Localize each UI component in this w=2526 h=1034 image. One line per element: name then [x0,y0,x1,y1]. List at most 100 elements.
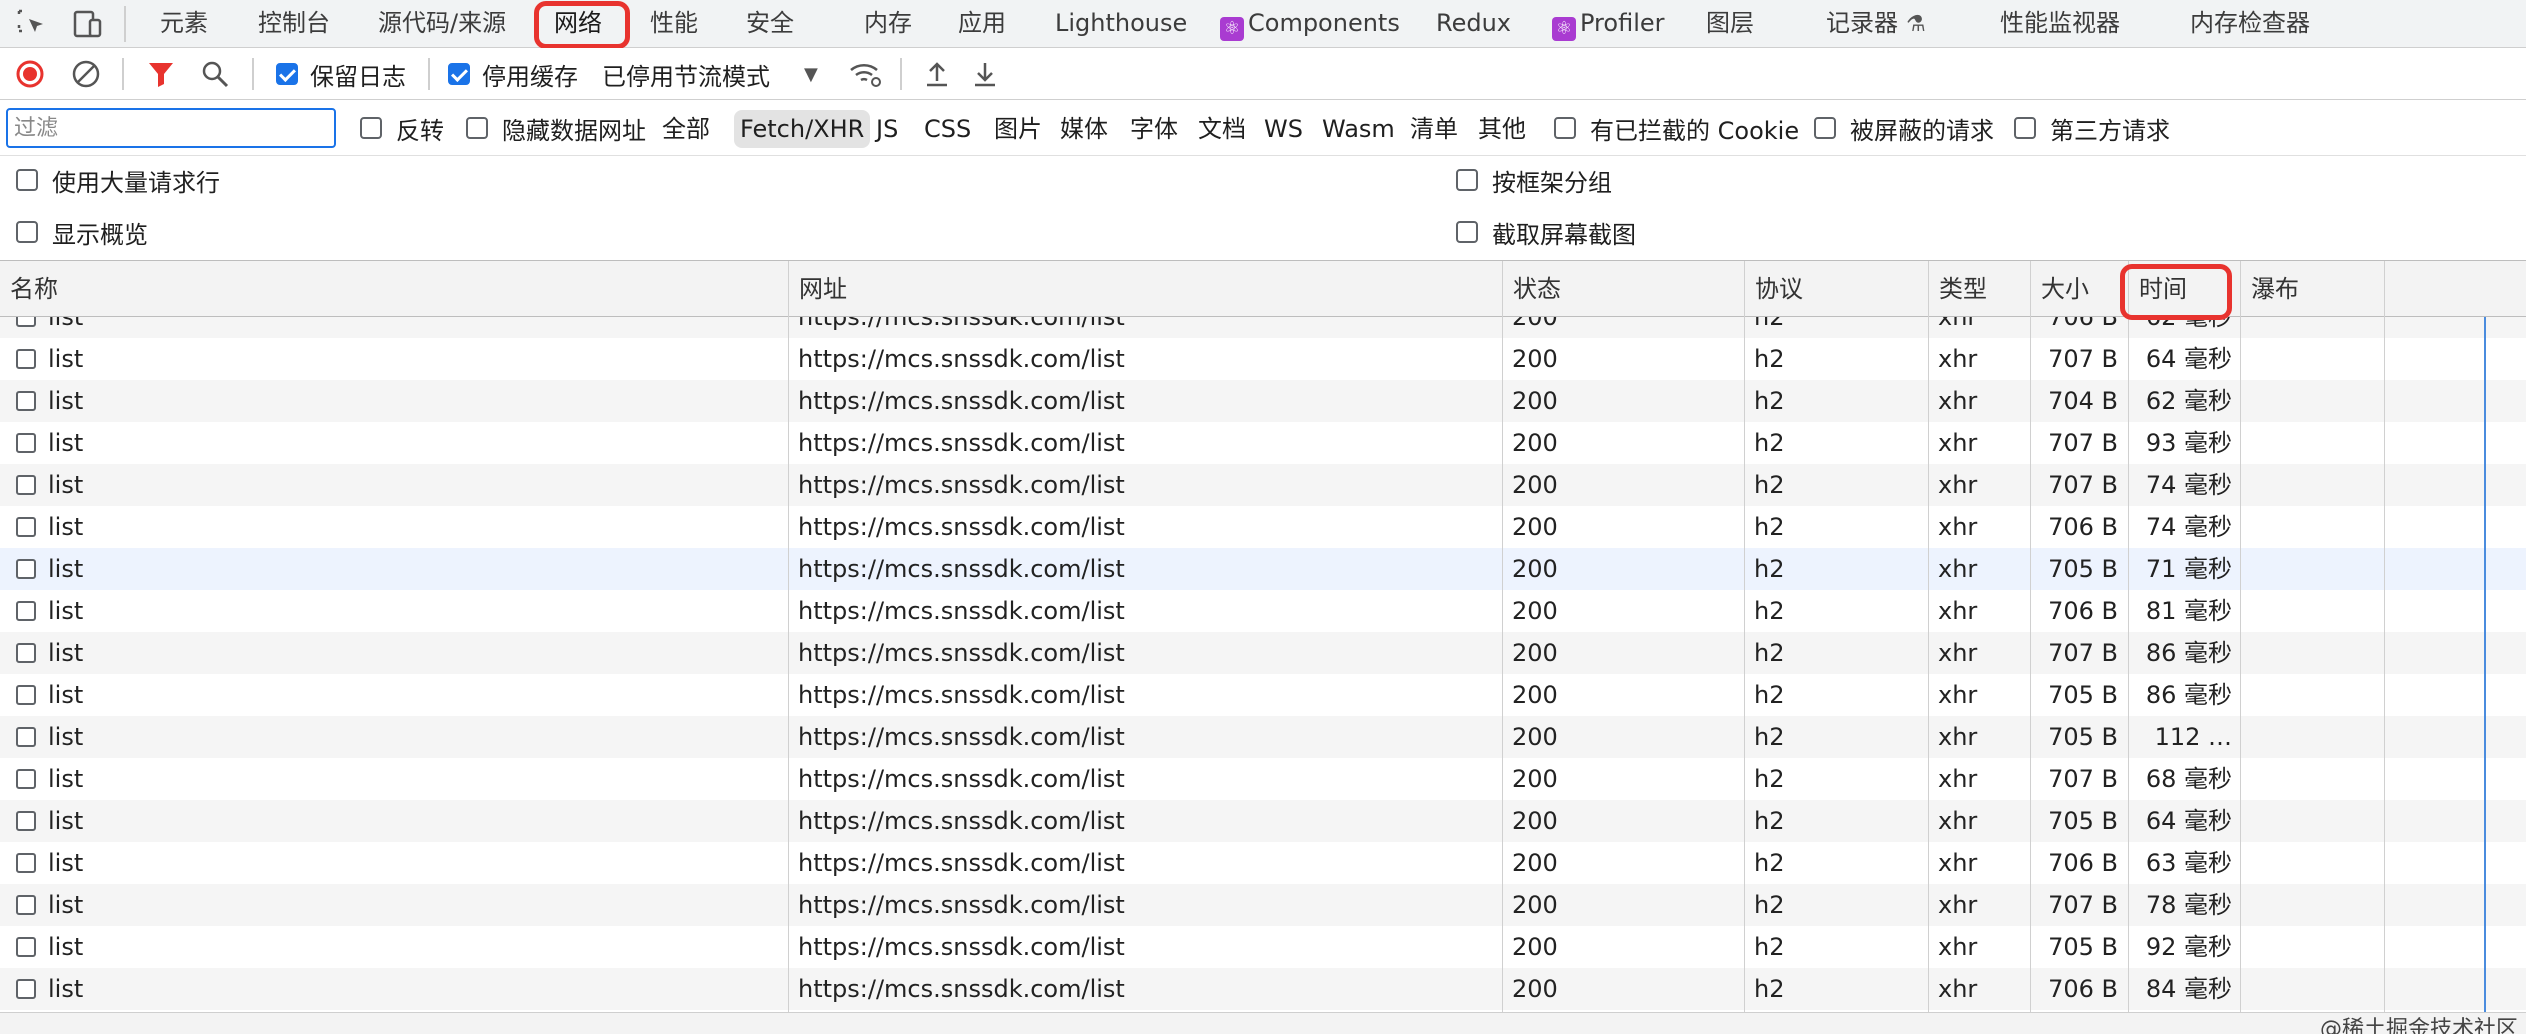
row-checkbox[interactable] [16,643,36,663]
blocked-requests-check[interactable] [1814,117,1836,139]
blocked-cookies-check[interactable] [1554,117,1576,139]
tab-components[interactable]: ⚛ Components [1220,0,1400,48]
type-filter-font[interactable]: 字体 [1126,110,1182,148]
hide-data-urls-check[interactable] [466,117,488,139]
type-filter-img[interactable]: 图片 [990,110,1046,148]
filter-toggle-button[interactable] [146,48,176,100]
capture-screenshots-checkbox[interactable]: 截取屏幕截图 [1456,210,1636,254]
row-checkbox[interactable] [16,853,36,873]
row-checkbox[interactable] [16,811,36,831]
type-filter-media[interactable]: 媒体 [1056,110,1112,148]
invert-check[interactable] [360,117,382,139]
table-row[interactable]: list https://mcs.snssdk.com/list 200 h2 xhr 7… [0,884,2526,926]
row-checkbox[interactable] [16,979,36,999]
table-row[interactable]: list https://mcs.snssdk.com/list 200 h2 xhr 7… [0,674,2526,716]
preserve-log-checkbox[interactable]: 保留日志 [276,48,406,100]
large-rows-check[interactable] [16,169,38,191]
tab-performance-monitor[interactable]: 性能监视器 [2000,0,2120,48]
table-row[interactable]: list https://mcs.snssdk.com/list 200 h2 xhr 7… [0,422,2526,464]
preserve-log-check[interactable] [276,63,298,85]
tab-memory[interactable]: 内存 [864,0,912,48]
table-row[interactable]: list https://mcs.snssdk.com/list 200 h2 xhr 7… [0,317,2526,338]
row-checkbox[interactable] [16,317,36,327]
table-row[interactable]: list https://mcs.snssdk.com/list 200 h2 xhr 7… [0,968,2526,1010]
tab-performance[interactable]: 性能 [650,0,698,48]
row-checkbox[interactable] [16,391,36,411]
capture-screenshots-check[interactable] [1456,221,1478,243]
disable-cache-checkbox[interactable]: 停用缓存 [448,48,578,100]
table-row[interactable]: list https://mcs.snssdk.com/list 200 h2 xhr 7… [0,380,2526,422]
row-checkbox[interactable] [16,895,36,915]
show-overview-check[interactable] [16,221,38,243]
row-checkbox[interactable] [16,475,36,495]
blocked-cookies-checkbox[interactable]: 有已拦截的 Cookie [1554,100,1799,156]
third-party-checkbox[interactable]: 第三方请求 [2014,100,2170,156]
table-row[interactable]: list https://mcs.snssdk.com/list 200 h2 xhr 7… [0,758,2526,800]
type-filter-js[interactable]: JS [872,110,902,148]
throttling-select[interactable]: 已停用节流模式 ▼ [602,48,818,100]
column-header-type[interactable]: 类型 [1928,261,2030,317]
column-header-time[interactable]: 时间 [2128,261,2240,317]
type-filter-manifest[interactable]: 清单 [1406,110,1462,148]
column-header-protocol[interactable]: 协议 [1744,261,1928,317]
row-checkbox[interactable] [16,685,36,705]
row-checkbox[interactable] [16,559,36,579]
tab-lighthouse[interactable]: Lighthouse [1055,0,1187,48]
type-filter-ws[interactable]: WS [1260,110,1307,148]
table-row[interactable]: list https://mcs.snssdk.com/list 200 h2 xhr 7… [0,842,2526,884]
export-har-button[interactable] [970,48,1000,100]
column-header-waterfall[interactable]: 瀑布 [2240,261,2526,317]
row-checkbox[interactable] [16,601,36,621]
blocked-requests-checkbox[interactable]: 被屏蔽的请求 [1814,100,1994,156]
filter-input[interactable] [6,108,336,148]
type-filter-all[interactable]: 全部 [658,110,714,148]
type-filter-other[interactable]: 其他 [1474,110,1530,148]
table-row[interactable]: list https://mcs.snssdk.com/list 200 h2 xhr 7… [0,716,2526,758]
tab-layers[interactable]: 图层 [1706,0,1754,48]
type-filter-fetch-xhr[interactable]: Fetch/XHR [734,110,871,148]
tab-console[interactable]: 控制台 [258,0,330,48]
row-checkbox[interactable] [16,727,36,747]
tab-recorder[interactable]: 记录器 ⚗ [1826,0,1926,48]
table-row[interactable]: list https://mcs.snssdk.com/list 200 h2 xhr 7… [0,464,2526,506]
type-filter-css[interactable]: CSS [920,110,975,148]
tab-redux[interactable]: Redux [1436,0,1511,48]
column-header-status[interactable]: 状态 [1502,261,1744,317]
import-har-button[interactable] [922,48,952,100]
third-party-check[interactable] [2014,117,2036,139]
row-checkbox[interactable] [16,769,36,789]
table-row[interactable]: list https://mcs.snssdk.com/list 200 h2 xhr 7… [0,632,2526,674]
table-row[interactable]: list https://mcs.snssdk.com/list 200 h2 xhr 7… [0,590,2526,632]
tab-profiler[interactable]: ⚛ Profiler [1552,0,1665,48]
table-row[interactable]: list https://mcs.snssdk.com/list 200 h2 xhr 7… [0,926,2526,968]
column-header-url[interactable]: 网址 [788,261,1502,317]
hide-data-urls-checkbox[interactable]: 隐藏数据网址 [466,100,646,156]
type-filter-wasm[interactable]: Wasm [1318,110,1399,148]
inspect-element-icon[interactable] [14,6,50,42]
group-by-frame-check[interactable] [1456,169,1478,191]
stop-recording-button[interactable] [14,48,46,100]
network-conditions-button[interactable] [848,48,884,100]
group-by-frame-checkbox[interactable]: 按框架分组 [1456,158,1612,202]
type-filter-doc[interactable]: 文档 [1194,110,1250,148]
tab-application[interactable]: 应用 [958,0,1006,48]
large-rows-checkbox[interactable]: 使用大量请求行 [16,158,220,202]
table-row[interactable]: list https://mcs.snssdk.com/list 200 h2 xhr 7… [0,548,2526,590]
row-checkbox[interactable] [16,349,36,369]
row-checkbox[interactable] [16,433,36,453]
show-overview-checkbox[interactable]: 显示概览 [16,210,148,254]
invert-checkbox[interactable]: 反转 [360,100,444,156]
tab-elements[interactable]: 元素 [160,0,208,48]
clear-button[interactable] [70,48,102,100]
table-row[interactable]: list https://mcs.snssdk.com/list 200 h2 xhr 7… [0,506,2526,548]
tab-security[interactable]: 安全 [746,0,794,48]
table-row[interactable]: list https://mcs.snssdk.com/list 200 h2 xhr 7… [0,338,2526,380]
tab-sources[interactable]: 源代码/来源 [378,0,506,48]
device-toolbar-icon[interactable] [70,6,106,42]
search-button[interactable] [200,48,230,100]
column-header-name[interactable]: 名称 [0,261,788,317]
tab-memory-inspector[interactable]: 内存检查器 [2190,0,2310,48]
row-checkbox[interactable] [16,937,36,957]
tab-network[interactable]: 网络 [554,0,602,48]
column-header-size[interactable]: 大小 [2030,261,2128,317]
